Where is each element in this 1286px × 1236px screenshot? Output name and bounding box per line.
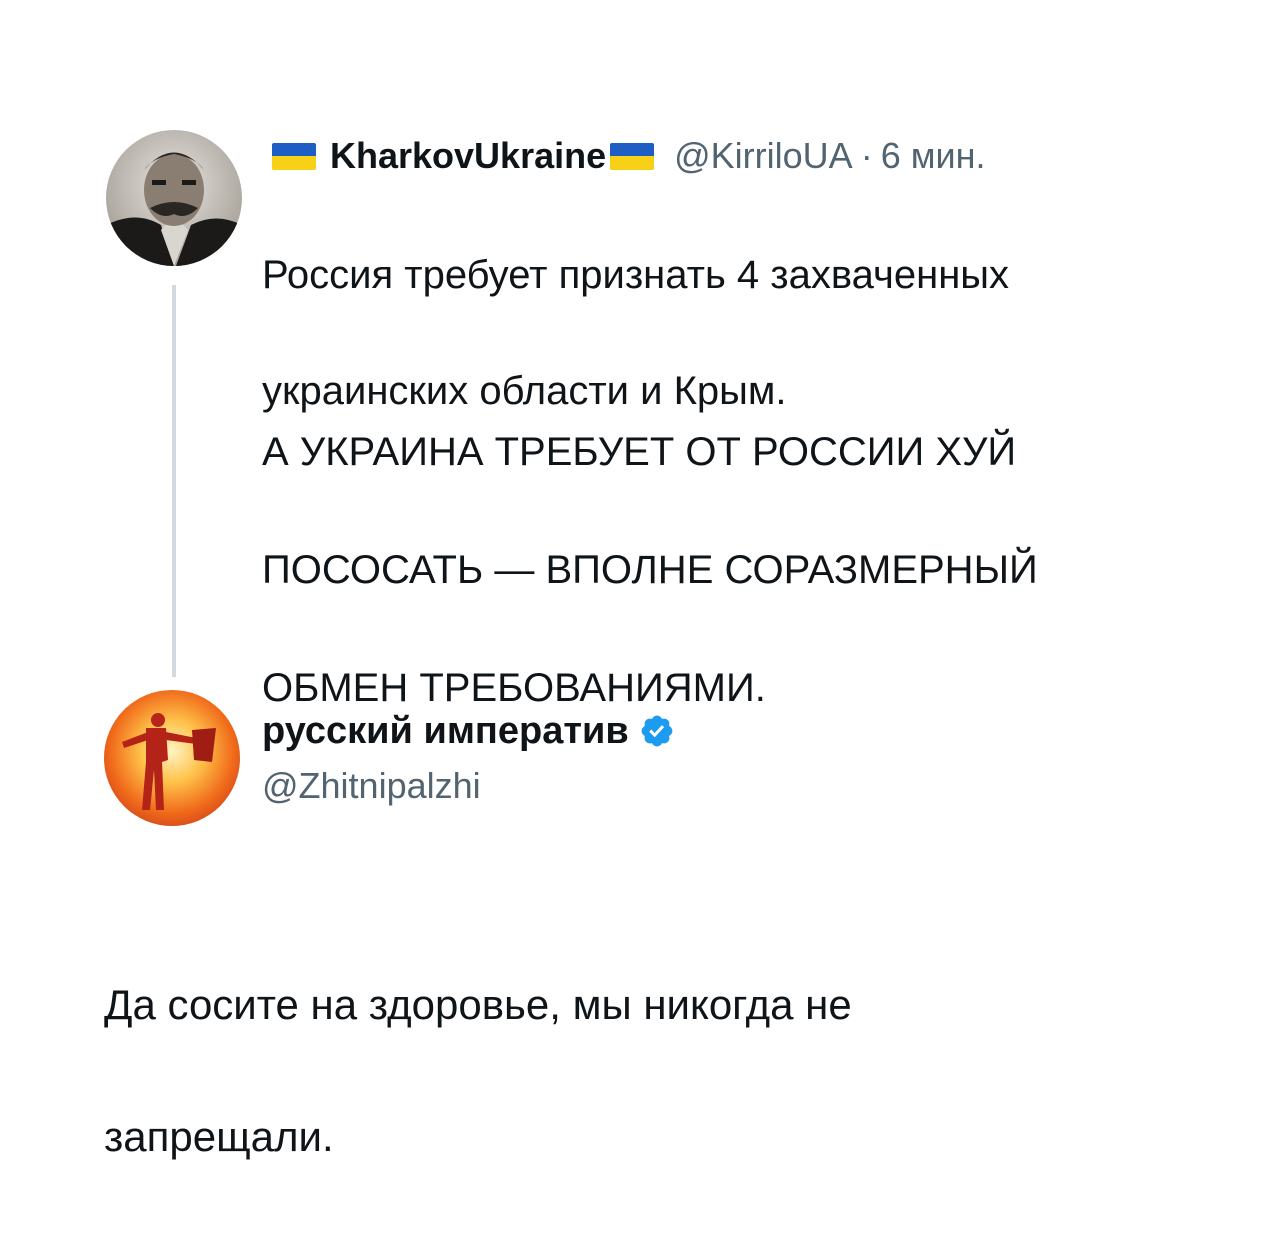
thread-connector-line <box>172 285 176 677</box>
tweet2-handle[interactable]: @Zhitnipalzhi <box>262 765 481 807</box>
tweet1-timestamp[interactable]: 6 мин. <box>881 135 986 177</box>
tweet2-text-line: Да сосите на здоровье, мы никогда не <box>104 981 852 1028</box>
verified-badge-icon <box>641 715 673 747</box>
portrait-avatar-icon[interactable] <box>106 130 242 266</box>
fire-figure-avatar-icon[interactable] <box>104 690 240 826</box>
tweet2-text-line: запрещали. <box>104 1113 334 1160</box>
tweet1-display-name[interactable]: KharkovUkraine <box>330 135 606 177</box>
tweet-original: KharkovUkraine @KirriloUA · 6 мин. Росси… <box>0 0 1286 710</box>
ukraine-flag-icon <box>272 142 316 170</box>
tweet1-header: KharkovUkraine @KirriloUA · 6 мин. <box>272 134 985 178</box>
tweet1-text-line: Россия требует признать 4 захваченных <box>262 253 1010 297</box>
tweet1-handle[interactable]: @KirriloUA <box>674 135 853 177</box>
tweet-reply: русский императив @Zhitnipalzhi Да сосит… <box>0 680 1286 1160</box>
tweet1-text-line: ПОСОСАТЬ — ВПОЛНЕ СОРАЗМЕРНЫЙ <box>262 548 1038 592</box>
tweet2-header: русский императив <box>262 708 675 754</box>
tweet2-display-name[interactable]: русский императив <box>262 710 629 753</box>
tweet1-separator: · <box>860 135 873 176</box>
tweet2-body: Да сосите на здоровье, мы никогда не зап… <box>104 906 852 1236</box>
ukraine-flag-icon <box>610 142 655 170</box>
tweet2-handle-row: @Zhitnipalzhi <box>262 764 481 808</box>
tweet1-text-line: А УКРАИНА ТРЕБУЕТ ОТ РОССИИ ХУЙ <box>262 430 1017 474</box>
